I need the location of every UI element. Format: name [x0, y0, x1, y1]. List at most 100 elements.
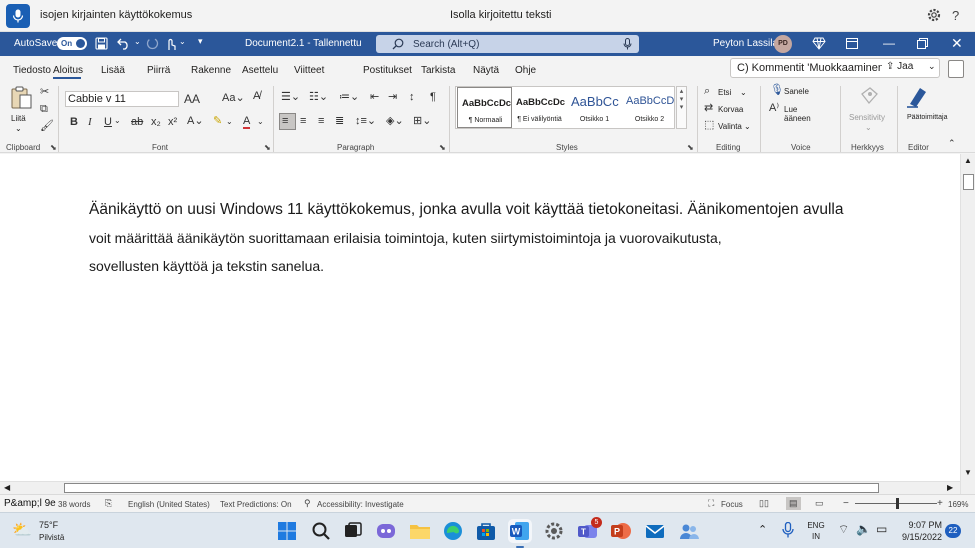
zoom-level[interactable]: 169% — [948, 500, 968, 509]
zoom-in-icon[interactable]: + — [937, 498, 943, 509]
scroll-right-icon[interactable]: ▶ — [947, 483, 953, 492]
multilevel-list-icon[interactable]: ≔⌄ — [339, 92, 359, 103]
document-title[interactable]: Document2.1 - Tallennettu — [245, 38, 362, 49]
focus-button[interactable]: Focus — [721, 500, 743, 509]
tab-home[interactable]: Aloitus — [53, 65, 83, 76]
search-microphone-icon[interactable] — [623, 38, 632, 50]
highlight-dropdown-icon[interactable]: ⌄ — [226, 118, 233, 126]
justify-icon[interactable]: ≣ — [335, 116, 344, 127]
voice-settings-button[interactable] — [926, 7, 942, 23]
sort-icon[interactable]: ↕ — [409, 92, 415, 103]
subscript-icon[interactable]: x₂ — [151, 117, 161, 128]
change-case-icon[interactable]: Aa⌄ — [222, 93, 245, 104]
premium-button[interactable] — [812, 37, 826, 50]
tab-insert[interactable]: Lisää — [101, 65, 125, 76]
tab-help[interactable]: Ohje — [515, 65, 536, 76]
strikethrough-icon[interactable]: ab — [131, 117, 143, 128]
paste-dropdown-icon[interactable]: ⌄ — [15, 124, 22, 133]
share-dropdown-icon[interactable]: ⌄ — [928, 61, 936, 72]
taskbar-mic-button[interactable] — [782, 522, 794, 538]
tab-mailings[interactable]: Postitukset — [363, 65, 412, 76]
text-effects-icon[interactable]: A⌄ — [187, 116, 204, 127]
read-mode-icon[interactable]: ▯▯ — [759, 498, 769, 509]
save-button[interactable] — [95, 37, 108, 50]
touch-mode-button[interactable] — [165, 37, 177, 51]
style-normal[interactable]: AaBbCcDc ¶ Normaali — [457, 87, 512, 128]
align-right-icon[interactable]: ≡ — [318, 116, 324, 127]
horizontal-scrollbar[interactable]: ◀ ▶ — [0, 481, 960, 494]
search-box[interactable]: Search (Alt+Q) — [376, 35, 639, 53]
tab-view[interactable]: Näytä — [473, 65, 499, 76]
document-canvas[interactable]: Äänikäyttö on uusi Windows 11 käyttökoke… — [0, 154, 960, 481]
teams-button[interactable]: T 5 — [576, 517, 602, 543]
voice-mic-button[interactable] — [6, 4, 30, 28]
user-name[interactable]: Peyton Lassila — [713, 38, 778, 49]
input-language-indicator[interactable]: ENG IN — [806, 520, 826, 542]
format-painter-icon[interactable]: 🖌 — [40, 121, 54, 132]
font-color-dropdown-icon[interactable]: ⌄ — [257, 118, 264, 126]
task-view-button[interactable] — [341, 519, 365, 543]
cut-icon[interactable]: ✂ — [40, 87, 49, 98]
tab-draw[interactable]: Piirrä — [147, 65, 170, 76]
scroll-up-icon[interactable]: ▲ — [964, 156, 972, 165]
font-launcher-icon[interactable]: ⬊ — [264, 143, 271, 152]
font-color-icon[interactable]: A — [243, 116, 251, 129]
tab-layout[interactable]: Asettelu — [242, 65, 278, 76]
highlight-icon[interactable]: ✎ — [213, 116, 222, 127]
underline-icon[interactable]: U — [104, 117, 112, 128]
styles-up-icon[interactable]: ▴ — [677, 87, 686, 95]
page-indicator[interactable]: P&amp;l 9e — [4, 498, 56, 509]
print-layout-button[interactable]: ▤ — [786, 497, 801, 510]
file-explorer-button[interactable] — [408, 519, 432, 543]
chevron-up-icon[interactable]: ⌃ — [758, 523, 767, 536]
styles-launcher-icon[interactable]: ⬊ — [687, 143, 694, 152]
superscript-icon[interactable]: x² — [168, 117, 177, 128]
style-heading-2[interactable]: AaBbCcD Otsikko 2 — [622, 87, 677, 128]
tab-review[interactable]: Tarkista — [421, 65, 455, 76]
wifi-icon[interactable]: ⌔ — [838, 522, 849, 537]
share-button[interactable]: ⇪ Jaa — [882, 61, 918, 72]
voice-help-button[interactable]: ? — [952, 8, 959, 23]
editor-button[interactable]: Päätoimittaja — [903, 84, 953, 124]
avatar[interactable]: PD — [774, 35, 792, 53]
paragraph-launcher-icon[interactable]: ⬊ — [439, 143, 446, 152]
clipboard-launcher-icon[interactable]: ⬊ — [50, 143, 57, 152]
zoom-slider-thumb[interactable] — [896, 498, 899, 509]
notification-badge[interactable]: 22 — [945, 524, 961, 538]
accessibility-status[interactable]: Accessibility: Investigate — [317, 500, 404, 509]
weather-widget[interactable]: ⛅ 75°F Pilvistä — [8, 517, 88, 545]
line-spacing-icon[interactable]: ↕≡⌄ — [355, 116, 376, 127]
proofing-icon[interactable]: ⎘ — [105, 498, 112, 509]
zoom-out-icon[interactable]: − — [843, 498, 849, 509]
styles-more-icon[interactable]: ▾ — [677, 103, 686, 111]
show-marks-icon[interactable]: ¶ — [430, 92, 436, 103]
tab-design[interactable]: Rakenne — [191, 65, 231, 76]
clock[interactable]: 9:07 PM 9/15/2022 — [896, 519, 942, 543]
align-center-icon[interactable]: ≡ — [300, 116, 306, 127]
word-count[interactable]: 38 words — [58, 500, 90, 509]
redo-button[interactable] — [146, 37, 159, 50]
tab-file[interactable]: Tiedosto — [13, 65, 51, 76]
autosave-toggle[interactable]: On — [57, 37, 87, 50]
horizontal-scroll-thumb[interactable] — [64, 483, 879, 493]
vertical-scrollbar[interactable]: ▲ ▼ — [960, 154, 975, 494]
style-heading-1[interactable]: AaBbCc Otsikko 1 — [567, 87, 622, 128]
tab-references[interactable]: Viitteet — [294, 65, 324, 76]
restore-button[interactable] — [917, 38, 928, 49]
scroll-down-icon[interactable]: ▼ — [964, 468, 972, 477]
touch-dropdown-icon[interactable]: ⌄ — [179, 37, 186, 46]
minimize-button[interactable]: — — [883, 36, 895, 50]
settings-button[interactable] — [542, 519, 566, 543]
powerpoint-button[interactable]: P — [609, 519, 633, 543]
font-name-field[interactable]: Cabbie v 11 — [65, 91, 179, 107]
align-left-button[interactable]: ≡ — [279, 113, 296, 130]
italic-icon[interactable]: I — [88, 117, 92, 128]
battery-icon[interactable]: ▭ — [876, 522, 887, 536]
decrease-indent-icon[interactable]: ⇤ — [370, 92, 379, 103]
clear-formatting-icon[interactable]: A̸ — [253, 91, 260, 102]
chat-button[interactable] — [374, 519, 398, 543]
sensitivity-button[interactable]: Sensitivity ⌄ — [848, 84, 890, 134]
mail-button[interactable] — [643, 519, 667, 543]
grow-font-icon[interactable]: AA — [184, 93, 200, 105]
bullets-icon[interactable]: ☰⌄ — [281, 92, 300, 103]
